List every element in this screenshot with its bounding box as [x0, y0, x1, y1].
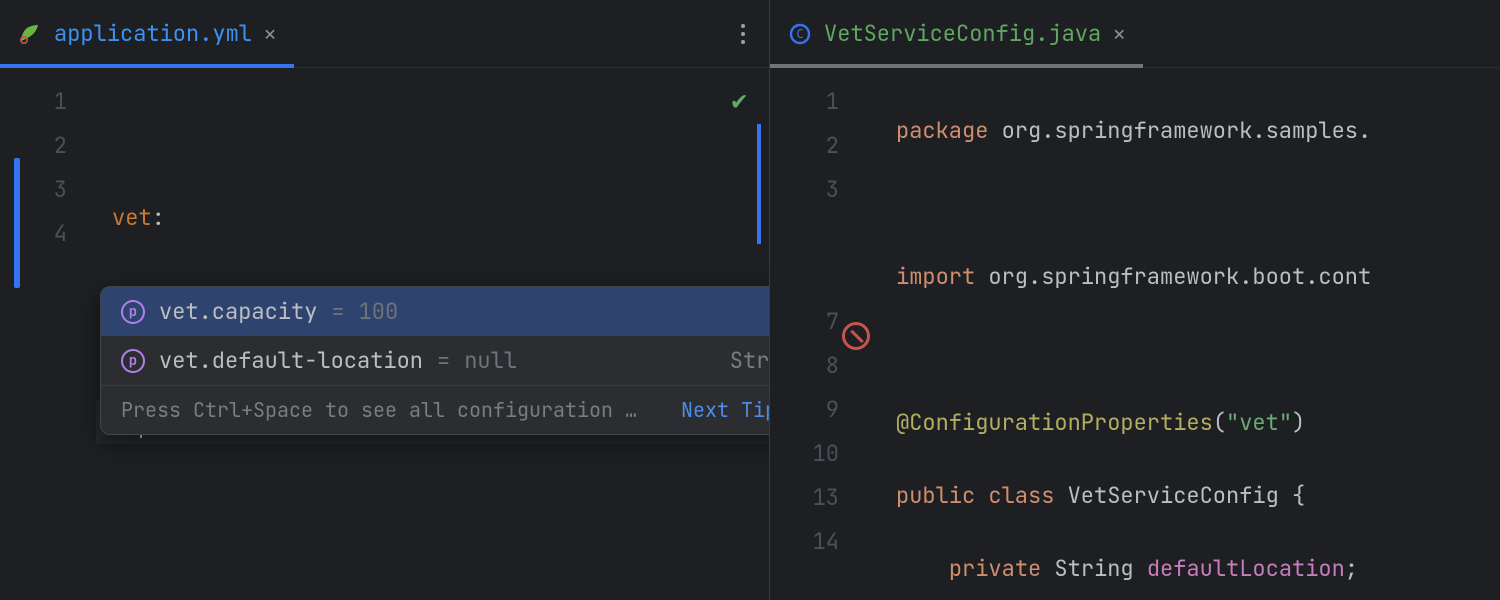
- line-number: 2: [770, 124, 879, 168]
- field-name: defaultLocation: [1147, 554, 1345, 583]
- completion-type: String: [730, 346, 769, 375]
- completion-default: 100: [359, 297, 399, 326]
- next-tip-link[interactable]: Next Tip: [681, 397, 769, 423]
- line-number: 13: [770, 476, 879, 520]
- spring-icon: [18, 22, 42, 46]
- line-number: 1: [770, 80, 879, 124]
- line-number: 8: [770, 344, 879, 388]
- kw-private: private: [949, 554, 1055, 583]
- no-entry-icon: [842, 322, 870, 350]
- error-stripe-marker[interactable]: [757, 124, 761, 244]
- completion-default: null: [464, 346, 517, 375]
- line-number: [770, 212, 879, 256]
- close-icon[interactable]: ✕: [1113, 21, 1125, 47]
- completion-hint: Press Ctrl+Space to see all configuratio…: [121, 397, 637, 423]
- completion-item[interactable]: p vet.default-location=null String: [101, 336, 769, 385]
- left-gutter: 1 2 3 4: [0, 68, 96, 600]
- svg-text:C: C: [796, 27, 803, 41]
- tab-vetserviceconfig[interactable]: C VetServiceConfig.java ✕: [770, 0, 1143, 67]
- kw-public-class: public class: [896, 481, 1068, 510]
- tab-application-yml[interactable]: application.yml ✕: [0, 0, 294, 67]
- kw-package: package: [896, 116, 1002, 145]
- left-editor[interactable]: 1 2 3 4 ✔ vet: default-location: 'New-Yo…: [0, 68, 769, 600]
- tab-label: application.yml: [54, 19, 252, 48]
- tab-label: VetServiceConfig.java: [824, 19, 1101, 48]
- line-number: 1: [0, 80, 95, 124]
- yaml-key: vet: [112, 203, 152, 232]
- line-number: [770, 256, 879, 300]
- line-number: 3: [770, 168, 879, 212]
- package-name: org.springframework.samples.: [1002, 116, 1372, 145]
- type-string: String: [1054, 554, 1146, 583]
- right-editor-pane: C VetServiceConfig.java ✕ 1 2 3 7 8 9 10…: [770, 0, 1500, 600]
- completion-footer: Press Ctrl+Space to see all configuratio…: [101, 385, 769, 434]
- right-tabbar: C VetServiceConfig.java ✕: [770, 0, 1500, 68]
- left-tabbar: application.yml ✕: [0, 0, 769, 68]
- completion-key: vet.default-location: [159, 346, 423, 375]
- property-icon: p: [121, 300, 145, 324]
- right-code-area[interactable]: package org.springframework.samples. imp…: [880, 68, 1500, 600]
- completion-key: vet.capacity: [159, 297, 317, 326]
- annotation-arg: "vet": [1226, 408, 1292, 437]
- annotation: @ConfigurationProperties: [896, 408, 1213, 437]
- right-editor[interactable]: 1 2 3 7 8 9 10 13 14 package org.springf…: [770, 68, 1500, 600]
- line-number: 14: [770, 520, 879, 564]
- line-number: 4: [0, 212, 95, 256]
- kw-import: import: [896, 262, 988, 291]
- close-icon[interactable]: ✕: [264, 21, 276, 47]
- line-number: 9: [770, 388, 879, 432]
- tab-menu-icon[interactable]: [729, 20, 757, 48]
- left-editor-pane: application.yml ✕ 1 2 3 4 ✔ vet: default…: [0, 0, 770, 600]
- line-number: 2: [0, 124, 95, 168]
- class-name: VetServiceConfig: [1068, 481, 1279, 510]
- line-number: 3: [0, 168, 95, 212]
- property-icon: p: [121, 349, 145, 373]
- completion-popup: p vet.capacity=100 int p vet.default-loc…: [100, 286, 769, 435]
- inspection-ok-icon[interactable]: ✔: [731, 82, 747, 117]
- completion-item[interactable]: p vet.capacity=100 int: [101, 287, 769, 336]
- import-name: org.springframework.boot.cont: [988, 262, 1371, 291]
- class-icon: C: [788, 22, 812, 46]
- line-number: 10: [770, 432, 879, 476]
